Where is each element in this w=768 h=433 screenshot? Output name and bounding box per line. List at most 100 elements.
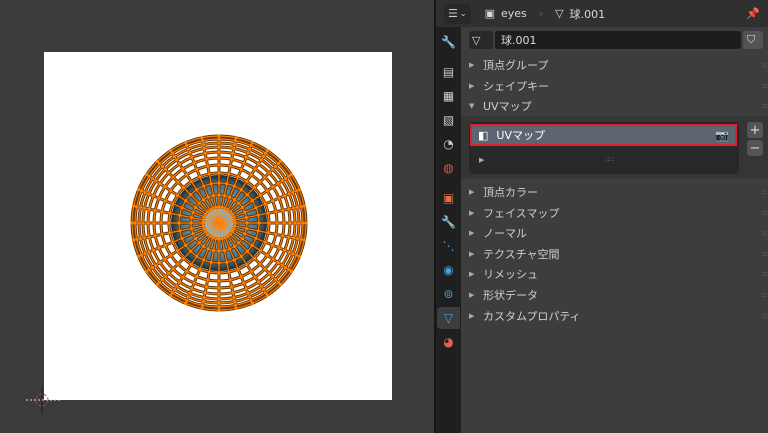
panel-shape-keys[interactable]: ▶ シェイプキー::::: [469, 76, 768, 96]
uv-maps-panel-body: ◧ UVマップ 📷 ▶ :::: + −: [461, 116, 768, 178]
wire-vertex: [194, 205, 198, 210]
wire-vertex: [263, 175, 267, 179]
tab-render[interactable]: ▤: [437, 61, 460, 83]
expand-icon: ▶: [469, 229, 475, 237]
wire-vertex: [271, 275, 275, 279]
wire-vertex: [295, 237, 300, 241]
wire-vertex: [167, 171, 171, 175]
wire-vertex: [180, 236, 184, 240]
wire-vertex: [190, 286, 194, 291]
wire-vertex: [217, 308, 221, 312]
mesh-browse-button[interactable]: ▽: [469, 31, 493, 49]
panel-vertex-groups[interactable]: ▶ 頂点グループ::::: [469, 55, 768, 75]
drag-handle-icon[interactable]: ::::: [762, 209, 768, 217]
wire-vertex: [175, 193, 180, 197]
wire-vertex: [192, 281, 196, 285]
tab-tool[interactable]: 🔧: [437, 31, 460, 53]
drag-handle-icon[interactable]: ::::: [762, 312, 768, 320]
tab-material[interactable]: ◕: [437, 331, 460, 353]
drag-handle-icon[interactable]: ::::: [762, 229, 768, 237]
tab-modifiers[interactable]: 🔧: [437, 211, 460, 233]
drag-handle-icon[interactable]: ::::: [762, 250, 768, 258]
wire-vertex: [302, 238, 306, 242]
wire-vertex: [201, 299, 205, 304]
drag-handle-icon[interactable]: ::::: [762, 291, 768, 299]
uv-image-canvas[interactable]: [44, 52, 392, 400]
wire-vertex: [233, 303, 237, 307]
object-name[interactable]: eyes: [501, 7, 527, 20]
list-options-toggle[interactable]: ▶: [479, 156, 484, 164]
wire-vertex: [277, 196, 281, 200]
uv-icon: ◧: [478, 128, 489, 142]
wire-vertex: [265, 293, 269, 297]
wire-vertex: [232, 146, 236, 151]
drag-handle-icon[interactable]: ::::: [762, 188, 768, 196]
wire-vertex: [293, 221, 297, 225]
wire-vertex: [271, 185, 275, 189]
wire-vertex: [185, 173, 189, 177]
uv-map-list[interactable]: ◧ UVマップ 📷 ▶ ::::: [469, 122, 739, 174]
panel-label: カスタムプロパティ: [483, 310, 581, 323]
wire-vertex: [189, 215, 194, 220]
tab-view-layer[interactable]: ▧: [437, 109, 460, 131]
wire-vertex: [209, 182, 213, 186]
wire-vertex: [217, 237, 221, 241]
tab-scene[interactable]: ◔: [437, 133, 460, 155]
drag-handle-icon[interactable]: ::::: [762, 102, 768, 110]
uv-map-list-item[interactable]: ◧ UVマップ 📷: [470, 124, 737, 146]
wire-vertex: [200, 136, 204, 140]
wire-vertex: [257, 221, 261, 225]
wire-vertex: [150, 176, 155, 181]
drag-handle-icon[interactable]: ::::: [762, 61, 768, 69]
fake-user-button[interactable]: ⛉: [743, 31, 763, 49]
wire-vertex: [243, 210, 247, 214]
tab-constraints[interactable]: ⊚: [437, 283, 460, 305]
wire-vertex: [261, 154, 266, 159]
wire-vertex: [217, 171, 221, 175]
wire-vertex: [181, 275, 185, 279]
wire-vertex: [278, 282, 283, 287]
mesh-name-field[interactable]: 球.001: [495, 31, 741, 49]
panel-vertex-colors[interactable]: ▶ 頂点カラー::::: [469, 182, 768, 202]
wire-vertex: [258, 180, 262, 184]
mesh-name[interactable]: 球.001: [570, 6, 606, 22]
list-resize-handle[interactable]: ::::: [605, 155, 614, 163]
wire-vertex: [206, 247, 210, 251]
tab-world[interactable]: ◍: [437, 157, 460, 179]
wire-vertex: [297, 221, 301, 225]
editor-type-button[interactable]: ☰ ⌄: [444, 3, 471, 24]
wire-vertex: [230, 285, 234, 289]
wire-vertex: [133, 221, 137, 225]
2d-cursor-icon[interactable]: [26, 386, 60, 416]
add-uv-map-button[interactable]: +: [747, 122, 763, 138]
panel-remesh[interactable]: ▶ リメッシュ::::: [469, 264, 768, 284]
drag-handle-icon[interactable]: ::::: [762, 270, 768, 278]
wire-vertex: [147, 250, 151, 254]
panel-uv-maps[interactable]: ▼ UVマップ::::: [469, 96, 768, 116]
drag-handle-icon[interactable]: ::::: [762, 82, 768, 90]
wire-vertex: [281, 208, 285, 212]
tab-physics[interactable]: ◉: [437, 259, 460, 281]
panel-face-maps[interactable]: ▶ フェイスマップ::::: [469, 203, 768, 223]
uv-editor-viewport[interactable]: [0, 0, 434, 433]
wire-vertex: [248, 147, 252, 151]
wire-vertex: [138, 237, 143, 241]
remove-uv-map-button[interactable]: −: [747, 140, 763, 156]
tab-output[interactable]: ▦: [437, 85, 460, 107]
camera-icon[interactable]: 📷: [715, 129, 729, 142]
constraints-icon: ⊚: [443, 287, 454, 301]
tab-particles[interactable]: ⋱: [437, 235, 460, 257]
wire-vertex: [180, 206, 184, 210]
wire-vertex: [295, 253, 299, 257]
wire-vertex: [228, 278, 232, 282]
tab-object[interactable]: ▣: [437, 187, 460, 209]
panel-normals[interactable]: ▶ ノーマル::::: [469, 223, 768, 243]
pin-icon[interactable]: 📌: [746, 7, 760, 20]
wire-vertex: [228, 195, 232, 199]
panel-texture-space[interactable]: ▶ テクスチャ空間::::: [469, 244, 768, 264]
panel-geometry-data[interactable]: ▶ 形状データ::::: [469, 285, 768, 305]
mesh-data-icon: ▽: [555, 7, 564, 20]
tab-mesh-data[interactable]: ▽: [437, 307, 460, 329]
wire-vertex: [266, 231, 270, 235]
panel-custom-properties[interactable]: ▶ カスタムプロパティ::::: [469, 306, 768, 326]
